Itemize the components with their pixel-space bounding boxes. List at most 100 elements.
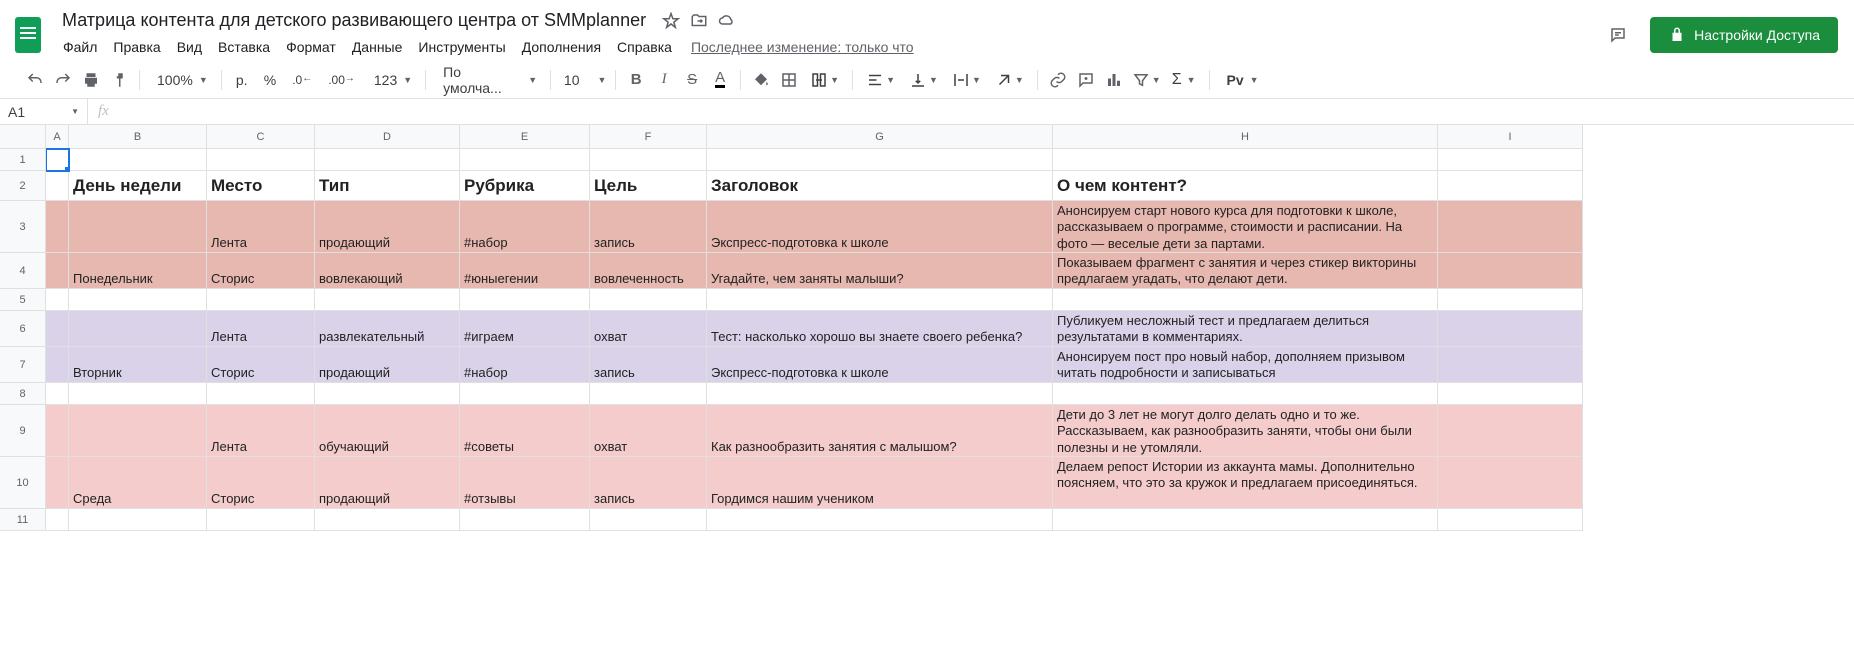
cell-C5[interactable]: [207, 289, 315, 311]
row-header-3[interactable]: 3: [0, 201, 46, 253]
cell-D4[interactable]: вовлекающий: [315, 253, 460, 289]
v-align-button[interactable]: ▼: [903, 67, 944, 93]
cell-B1[interactable]: [69, 149, 207, 171]
cell-H11[interactable]: [1053, 509, 1438, 531]
cell-B2[interactable]: День недели: [69, 171, 207, 201]
col-header-G[interactable]: G: [707, 125, 1053, 149]
cell-D11[interactable]: [315, 509, 460, 531]
cell-H10[interactable]: Делаем репост Истории из аккаунта мамы. …: [1053, 457, 1438, 509]
cell-C11[interactable]: [207, 509, 315, 531]
bold-button[interactable]: B: [623, 67, 649, 93]
cell-I4[interactable]: [1438, 253, 1583, 289]
cell-H4[interactable]: Показываем фрагмент с занятия и через ст…: [1053, 253, 1438, 289]
cell-B4[interactable]: Понедельник: [69, 253, 207, 289]
cell-E1[interactable]: [460, 149, 590, 171]
cell-E6[interactable]: #играем: [460, 311, 590, 347]
cell-E7[interactable]: #набор: [460, 347, 590, 383]
strikethrough-button[interactable]: S: [679, 67, 705, 93]
cell-A3[interactable]: [46, 201, 69, 253]
cell-I10[interactable]: [1438, 457, 1583, 509]
cell-F11[interactable]: [590, 509, 707, 531]
cell-A9[interactable]: [46, 405, 69, 457]
cell-I3[interactable]: [1438, 201, 1583, 253]
cell-E9[interactable]: #советы: [460, 405, 590, 457]
italic-button[interactable]: I: [651, 67, 677, 93]
cell-D8[interactable]: [315, 383, 460, 405]
cell-D1[interactable]: [315, 149, 460, 171]
cell-C3[interactable]: Лента: [207, 201, 315, 253]
row-header-9[interactable]: 9: [0, 405, 46, 457]
cell-A10[interactable]: [46, 457, 69, 509]
cell-G8[interactable]: [707, 383, 1053, 405]
row-header-2[interactable]: 2: [0, 171, 46, 201]
formula-input[interactable]: [119, 99, 1854, 124]
cell-F10[interactable]: запись: [590, 457, 707, 509]
cell-D3[interactable]: продающий: [315, 201, 460, 253]
cell-B9[interactable]: [69, 405, 207, 457]
cell-D6[interactable]: развлекательный: [315, 311, 460, 347]
wrap-button[interactable]: ▼: [946, 67, 987, 93]
cell-H2[interactable]: О чем контент?: [1053, 171, 1438, 201]
cell-G11[interactable]: [707, 509, 1053, 531]
last-edit-link[interactable]: Последнее изменение: только что: [691, 39, 914, 55]
undo-button[interactable]: [22, 67, 48, 93]
cell-G5[interactable]: [707, 289, 1053, 311]
col-header-H[interactable]: H: [1053, 125, 1438, 149]
cell-I7[interactable]: [1438, 347, 1583, 383]
menu-вид[interactable]: Вид: [170, 35, 209, 59]
cell-D7[interactable]: продающий: [315, 347, 460, 383]
name-box[interactable]: A1▼: [0, 99, 88, 124]
cell-A4[interactable]: [46, 253, 69, 289]
h-align-button[interactable]: ▼: [860, 67, 901, 93]
cell-H6[interactable]: Публикуем несложный тест и предлагаем де…: [1053, 311, 1438, 347]
doc-title[interactable]: Матрица контента для детского развивающе…: [56, 8, 652, 33]
cell-A6[interactable]: [46, 311, 69, 347]
cell-B7[interactable]: Вторник: [69, 347, 207, 383]
col-header-B[interactable]: B: [69, 125, 207, 149]
redo-button[interactable]: [50, 67, 76, 93]
row-header-8[interactable]: 8: [0, 383, 46, 405]
cell-G1[interactable]: [707, 149, 1053, 171]
cell-C6[interactable]: Лента: [207, 311, 315, 347]
row-header-10[interactable]: 10: [0, 457, 46, 509]
star-icon[interactable]: [662, 12, 680, 30]
cell-A8[interactable]: [46, 383, 69, 405]
functions-button[interactable]: Σ▼: [1166, 67, 1202, 93]
menu-файл[interactable]: Файл: [56, 35, 104, 59]
insert-chart-button[interactable]: [1101, 67, 1127, 93]
cell-G7[interactable]: Экспресс-подготовка к школе: [707, 347, 1053, 383]
menu-справка[interactable]: Справка: [610, 35, 679, 59]
cell-D5[interactable]: [315, 289, 460, 311]
increase-decimal-button[interactable]: .00→: [321, 67, 362, 93]
link-button[interactable]: [1045, 67, 1071, 93]
cell-C7[interactable]: Сторис: [207, 347, 315, 383]
cell-B11[interactable]: [69, 509, 207, 531]
cell-A11[interactable]: [46, 509, 69, 531]
cell-F1[interactable]: [590, 149, 707, 171]
text-color-button[interactable]: A: [707, 67, 733, 93]
cell-C8[interactable]: [207, 383, 315, 405]
cell-B10[interactable]: Среда: [69, 457, 207, 509]
cell-A7[interactable]: [46, 347, 69, 383]
cell-B8[interactable]: [69, 383, 207, 405]
col-header-A[interactable]: A: [46, 125, 69, 149]
cell-A1[interactable]: [46, 149, 69, 171]
font-select[interactable]: По умолча...▼: [433, 67, 543, 93]
cell-D2[interactable]: Тип: [315, 171, 460, 201]
cell-I5[interactable]: [1438, 289, 1583, 311]
cell-F2[interactable]: Цель: [590, 171, 707, 201]
font-size-select[interactable]: 10▼: [558, 67, 608, 93]
cell-H3[interactable]: Анонсируем старт нового курса для подгот…: [1053, 201, 1438, 253]
col-header-I[interactable]: I: [1438, 125, 1583, 149]
cell-E8[interactable]: [460, 383, 590, 405]
cell-I2[interactable]: [1438, 171, 1583, 201]
cell-C10[interactable]: Сторис: [207, 457, 315, 509]
cell-G4[interactable]: Угадайте, чем заняты малыши?: [707, 253, 1053, 289]
menu-правка[interactable]: Правка: [106, 35, 167, 59]
row-header-4[interactable]: 4: [0, 253, 46, 289]
cell-F5[interactable]: [590, 289, 707, 311]
cloud-status-icon[interactable]: [718, 12, 736, 30]
print-button[interactable]: [78, 67, 104, 93]
cell-C4[interactable]: Сторис: [207, 253, 315, 289]
rotate-button[interactable]: ▼: [989, 67, 1030, 93]
